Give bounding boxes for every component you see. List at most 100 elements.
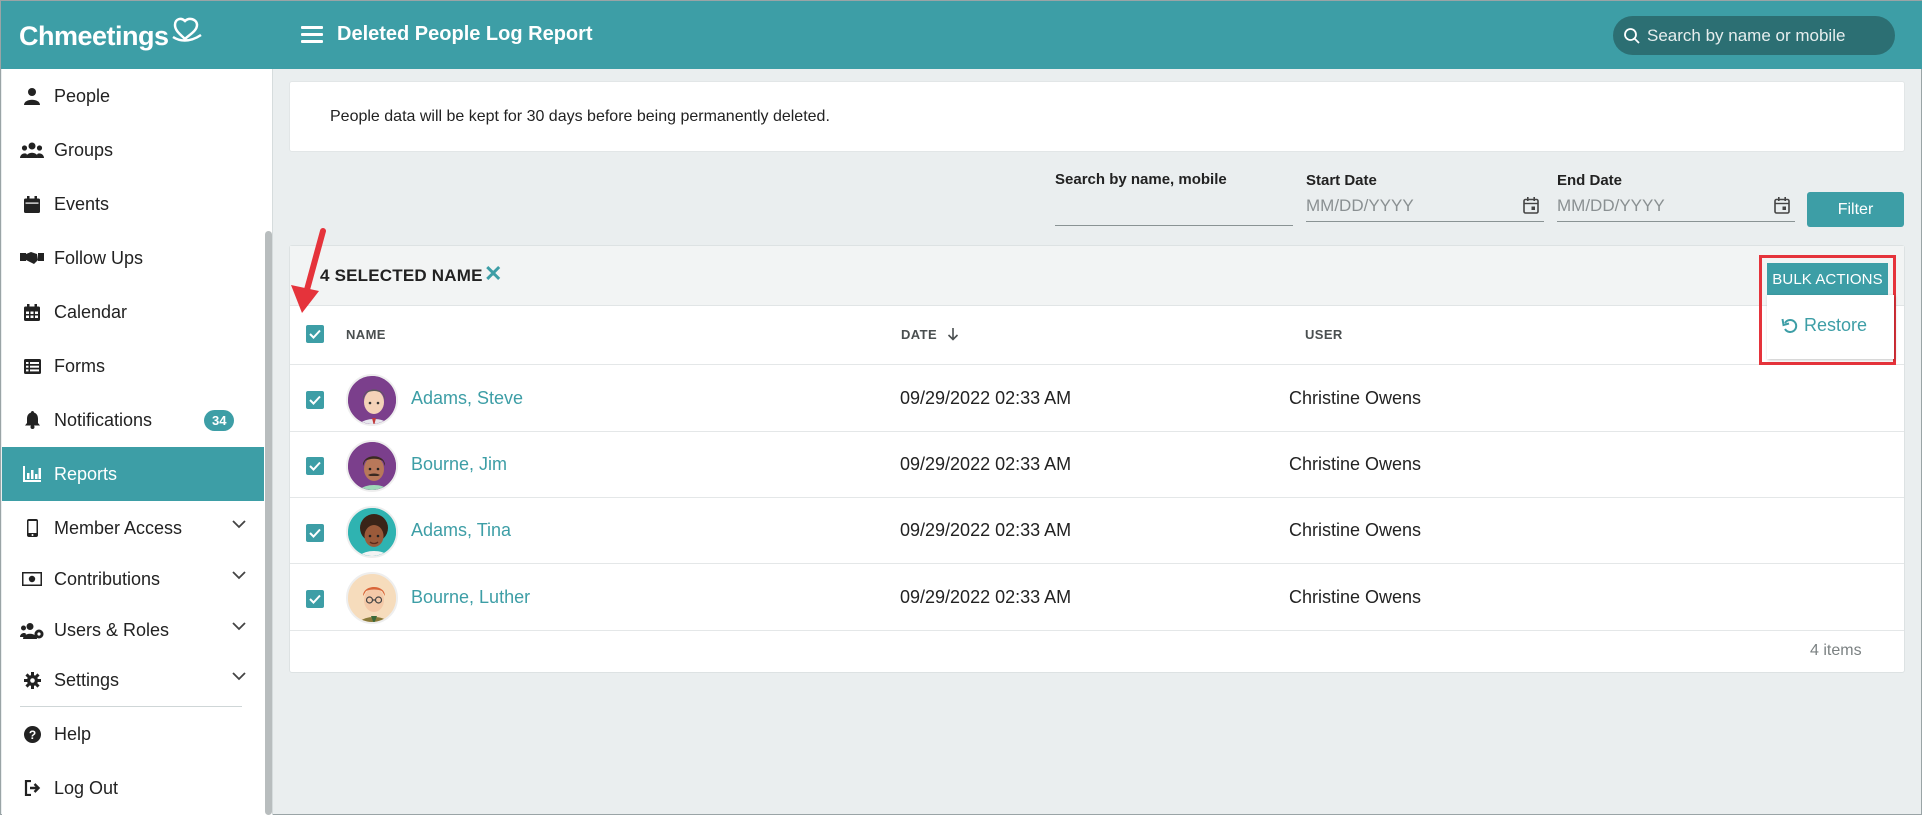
column-header-user[interactable]: USER: [1305, 327, 1343, 342]
sidebar-item-label: Reports: [54, 463, 118, 484]
app-window: Chmeetings Deleted People Log Report Peo…: [0, 0, 1922, 815]
person-icon: [20, 86, 44, 106]
bar-chart-icon: [20, 464, 44, 484]
help-icon: ?: [20, 724, 44, 744]
person-name-link[interactable]: Adams, Tina: [411, 520, 511, 541]
sidebar-item-label: Member Access: [54, 517, 183, 538]
sidebar-item-follow-ups[interactable]: Follow Ups: [2, 231, 264, 285]
sidebar: People Groups Events Follow Ups Calendar…: [2, 69, 273, 815]
top-bar: Chmeetings Deleted People Log Report: [1, 1, 1922, 69]
start-date-calendar-icon[interactable]: [1523, 197, 1539, 214]
sidebar-item-forms[interactable]: Forms: [2, 339, 264, 393]
end-date-input[interactable]: [1557, 190, 1795, 222]
sidebar-item-label: Follow Ups: [54, 247, 144, 268]
checkmark-icon: [309, 594, 321, 604]
undo-icon: [1781, 318, 1798, 333]
bulk-actions-button[interactable]: BULK ACTIONS: [1767, 263, 1888, 295]
chevron-down-icon[interactable]: [232, 519, 246, 529]
page-title: Deleted People Log Report: [337, 23, 593, 45]
sidebar-item-calendar[interactable]: Calendar: [2, 285, 264, 339]
selection-bar: 4 SELECTED NAME ✕: [290, 246, 1904, 306]
clear-selection-icon[interactable]: ✕: [484, 262, 502, 286]
chevron-down-icon[interactable]: [232, 570, 246, 580]
row-divider: [290, 364, 1904, 365]
calendar-grid-icon: [20, 302, 44, 322]
avatar: [346, 374, 398, 426]
sidebar-item-label: Users & Roles: [54, 619, 170, 640]
brand-name: Chmeetings: [19, 20, 169, 51]
start-date-input[interactable]: [1306, 190, 1544, 222]
list-icon: [20, 356, 44, 376]
row-divider: [290, 563, 1904, 564]
person-name-link[interactable]: Adams, Steve: [411, 388, 523, 409]
column-header-date-label: DATE: [901, 327, 938, 342]
deleted-date: 09/29/2022 02:33 AM: [900, 587, 1072, 607]
bulk-actions-menu: Restore: [1767, 295, 1894, 359]
search-name-mobile-input[interactable]: [1055, 194, 1293, 226]
sidebar-item-label: Notifications: [54, 409, 153, 430]
brand-hands-icon: [171, 17, 202, 42]
sidebar-item-label: Log Out: [54, 777, 119, 798]
select-all-checkbox[interactable]: [306, 325, 324, 343]
notifications-count-badge: 34: [204, 410, 235, 431]
checkmark-icon: [309, 395, 321, 405]
global-search[interactable]: [1613, 16, 1895, 55]
sidebar-scrollbar[interactable]: [265, 231, 272, 815]
sidebar-item-reports[interactable]: Reports: [2, 447, 264, 501]
row-checkbox[interactable]: [306, 524, 324, 542]
retention-notice-text: People data will be kept for 30 days bef…: [330, 108, 830, 125]
sidebar-item-users-roles[interactable]: Users & Roles: [2, 603, 264, 657]
sidebar-item-label: Forms: [54, 355, 105, 376]
row-divider: [290, 497, 1904, 498]
sidebar-item-contributions[interactable]: Contributions: [2, 552, 264, 606]
svg-text:?: ?: [28, 728, 35, 742]
search-field-label: Search by name, mobile: [1055, 171, 1227, 188]
row-checkbox[interactable]: [306, 391, 324, 409]
chevron-down-icon[interactable]: [232, 621, 246, 631]
sidebar-item-label: Contributions: [54, 568, 161, 589]
person-name-link[interactable]: Bourne, Luther: [411, 587, 530, 608]
bell-icon: [20, 410, 44, 430]
end-date-label: End Date: [1557, 172, 1623, 189]
search-icon: [1624, 27, 1640, 44]
users-roles-icon: [20, 620, 44, 640]
sort-descending-icon[interactable]: [947, 328, 959, 341]
sidebar-item-log-out[interactable]: Log Out: [2, 761, 264, 815]
sidebar-item-groups[interactable]: Groups: [2, 123, 264, 177]
row-divider: [290, 431, 1904, 432]
calendar-icon: [20, 194, 44, 214]
annotation-arrow: [291, 228, 326, 313]
sidebar-item-settings[interactable]: Settings: [2, 653, 264, 707]
person-name-link[interactable]: Bourne, Jim: [411, 454, 507, 475]
sidebar-item-member-access[interactable]: Member Access: [2, 501, 264, 555]
sidebar-item-people[interactable]: People: [2, 69, 264, 123]
sidebar-item-notifications[interactable]: Notifications 34: [2, 393, 264, 447]
row-checkbox[interactable]: [306, 457, 324, 475]
deleted-by-user: Christine Owens: [1289, 454, 1422, 474]
filter-button[interactable]: Filter: [1807, 192, 1904, 227]
sidebar-item-label: People: [54, 85, 111, 106]
column-header-name[interactable]: NAME: [346, 327, 386, 342]
sidebar-item-label: Groups: [54, 139, 114, 160]
sidebar-item-events[interactable]: Events: [2, 177, 264, 231]
end-date-calendar-icon[interactable]: [1774, 197, 1790, 214]
avatar: [346, 440, 398, 492]
brand-logo[interactable]: Chmeetings: [19, 17, 203, 55]
sidebar-item-label: Settings: [54, 669, 120, 690]
hamburger-menu-icon[interactable]: [299, 23, 325, 47]
row-divider: [290, 630, 1904, 631]
bulk-actions-highlight: BULK ACTIONS Restore: [1759, 255, 1896, 365]
global-search-input[interactable]: [1647, 25, 1877, 46]
row-checkbox[interactable]: [306, 590, 324, 608]
money-icon: [20, 569, 44, 589]
sidebar-item-help[interactable]: ? Help: [2, 707, 264, 761]
items-count: 4 items: [1810, 642, 1862, 659]
deleted-by-user: Christine Owens: [1289, 388, 1422, 408]
mobile-icon: [20, 518, 44, 538]
column-header-date[interactable]: DATE: [901, 327, 959, 342]
chevron-down-icon[interactable]: [232, 671, 246, 681]
restore-menu-item[interactable]: Restore: [1781, 315, 1867, 336]
retention-notice: People data will be kept for 30 days bef…: [289, 81, 1905, 152]
handshake-icon: [20, 248, 44, 268]
gear-icon: [20, 670, 44, 690]
